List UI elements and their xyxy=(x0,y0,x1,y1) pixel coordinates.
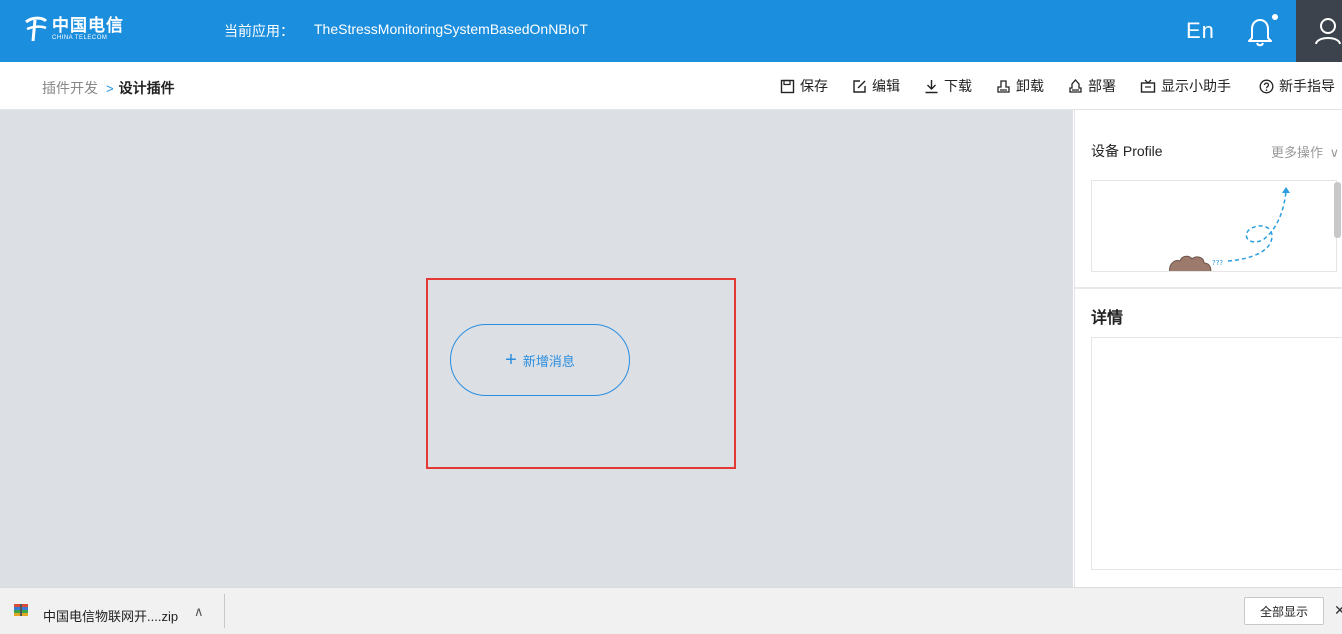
chevron-up-icon[interactable]: ∧ xyxy=(194,604,204,620)
user-icon xyxy=(1315,18,1341,45)
device-profile-title: 设备 Profile xyxy=(1091,143,1163,159)
notification-dot xyxy=(1272,14,1278,20)
current-app-label: 当前应用： xyxy=(224,23,294,39)
uninstall-button[interactable]: 卸载 xyxy=(996,76,1044,96)
add-message-label: 新增消息 xyxy=(522,353,575,369)
details-box xyxy=(1091,337,1342,570)
svg-text:???: ??? xyxy=(1212,259,1223,267)
panel-divider xyxy=(1075,287,1342,289)
current-app-name[interactable]: TheStressMonitoringSystemBasedOnNBIoT xyxy=(314,21,588,37)
chevron-down-icon: ∨ xyxy=(1329,145,1340,160)
china-telecom-logo[interactable]: 中国电信 CHINA TELECOM xyxy=(22,12,124,46)
right-panel: 设备 Profile 更多操作 ∨ ??? 详情 xyxy=(1074,110,1342,587)
profile-scrollbar[interactable] xyxy=(1334,182,1341,238)
edit-button[interactable]: 编辑 xyxy=(852,76,900,96)
archive-file-icon xyxy=(14,604,28,616)
deploy-label: 部署 xyxy=(1088,78,1116,94)
more-operations-dropdown[interactable]: 更多操作 ∨ xyxy=(1271,142,1339,161)
uninstall-label: 卸载 xyxy=(1016,78,1044,94)
show-assistant-button[interactable]: 显示小助手 xyxy=(1140,76,1231,96)
save-icon xyxy=(780,79,795,93)
plus-icon: + xyxy=(505,349,517,371)
show-all-button[interactable]: 全部显示 xyxy=(1244,597,1324,625)
help-icon xyxy=(1259,79,1274,93)
more-operations-label: 更多操作 xyxy=(1271,145,1324,160)
save-button[interactable]: 保存 xyxy=(780,76,828,96)
download-label: 下载 xyxy=(944,78,972,94)
deploy-icon xyxy=(1069,78,1082,93)
download-file-name[interactable]: 中国电信物联网开....zip xyxy=(43,606,178,625)
profile-illustration: ??? xyxy=(1091,180,1337,272)
edit-label: 编辑 xyxy=(872,78,900,94)
add-message-button[interactable]: + 新增消息 xyxy=(450,324,630,396)
download-bar: 中国电信物联网开....zip ∧ 全部显示 ✕ xyxy=(0,587,1342,634)
uninstall-icon xyxy=(997,79,1010,93)
deploy-button[interactable]: 部署 xyxy=(1068,76,1116,96)
download-icon xyxy=(925,79,938,93)
user-menu-button[interactable] xyxy=(1296,0,1342,62)
download-separator xyxy=(224,594,225,628)
logo-chinese-text: 中国电信 xyxy=(52,15,124,35)
bell-icon[interactable] xyxy=(1245,15,1275,47)
beginner-guide-label: 新手指导 xyxy=(1279,78,1335,94)
close-icon[interactable]: ✕ xyxy=(1334,602,1342,619)
empty-state-illustration: ??? xyxy=(1169,187,1290,271)
download-button[interactable]: 下载 xyxy=(924,76,972,96)
beginner-guide-button[interactable]: 新手指导 xyxy=(1259,76,1335,96)
design-canvas[interactable]: + 新增消息 xyxy=(0,110,1073,587)
top-bar: 中国电信 CHINA TELECOM 当前应用： TheStressMonito… xyxy=(0,0,1342,62)
telecom-logo-icon xyxy=(25,16,48,42)
edit-icon xyxy=(853,79,866,93)
details-title: 详情 xyxy=(1091,310,1124,327)
logo-english-text: CHINA TELECOM xyxy=(52,34,108,41)
sub-toolbar: 插件开发 > 设计插件 保存 编辑 下载 卸载 部署 显示小助手 新手指导 xyxy=(0,62,1342,110)
language-toggle[interactable]: En xyxy=(1186,18,1215,44)
show-assistant-label: 显示小助手 xyxy=(1161,78,1231,94)
save-label: 保存 xyxy=(800,78,828,94)
tv-icon xyxy=(1140,79,1156,93)
